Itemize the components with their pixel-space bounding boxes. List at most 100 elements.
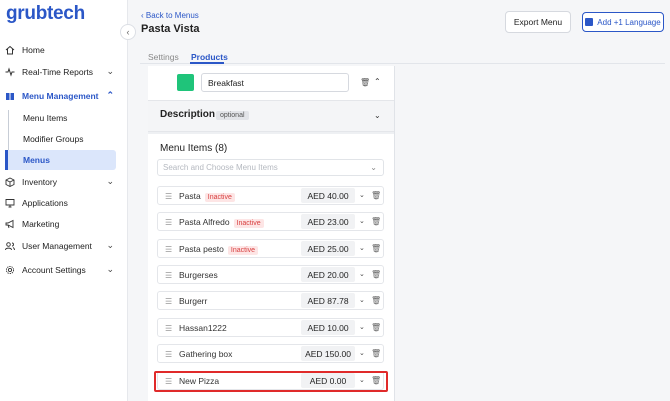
menu-item-row[interactable]: ☰ Burgerr AED 87.78 ⌄ 🗑 bbox=[157, 291, 384, 310]
book-icon bbox=[5, 91, 15, 101]
trash-icon[interactable]: 🗑 bbox=[371, 191, 381, 200]
drag-handle-icon[interactable]: ☰ bbox=[165, 245, 172, 254]
sidebar-collapse-button[interactable]: ‹ bbox=[120, 24, 136, 40]
drag-handle-icon[interactable]: ☰ bbox=[165, 297, 172, 306]
sidebar-subitem-menus[interactable]: Menus bbox=[5, 150, 116, 170]
chevron-down-icon[interactable]: ⌄ bbox=[359, 270, 365, 278]
home-icon bbox=[5, 45, 15, 55]
export-menu-button[interactable]: Export Menu bbox=[505, 11, 571, 33]
menu-items-search-input[interactable]: Search and Choose Menu Items ⌄ bbox=[157, 159, 384, 176]
chevron-down-icon[interactable]: ⌄ bbox=[359, 296, 365, 304]
optional-badge: optional bbox=[216, 111, 249, 120]
menu-item-row[interactable]: ☰ Gathering box AED 150.00 ⌄ 🗑 bbox=[157, 344, 384, 363]
inactive-badge: Inactive bbox=[204, 193, 235, 202]
chevron-down-icon: ⌄ bbox=[370, 163, 377, 172]
sidebar-item-label: Account Settings bbox=[22, 265, 86, 275]
inactive-badge: Inactive bbox=[227, 246, 259, 255]
menu-item-price[interactable]: AED 10.00 bbox=[301, 320, 355, 335]
panel-border bbox=[394, 66, 395, 401]
description-section[interactable]: Description optional ⌄ bbox=[148, 100, 394, 132]
menu-item-name: Pasta Inactive bbox=[179, 191, 235, 202]
sidebar-item-inventory[interactable]: Inventory ⌄ bbox=[0, 172, 128, 192]
menu-item-price[interactable]: AED 40.00 bbox=[301, 188, 355, 203]
sidebar-item-home[interactable]: Home bbox=[0, 40, 128, 60]
sidebar-item-applications[interactable]: Applications bbox=[0, 193, 128, 213]
chevron-up-icon: ⌃ bbox=[106, 90, 114, 100]
sidebar-item-user-management[interactable]: User Management ⌄ bbox=[0, 236, 128, 256]
megaphone-icon bbox=[5, 219, 15, 229]
menu-item-name: Gathering box bbox=[179, 349, 233, 359]
sidebar-item-label: Inventory bbox=[22, 177, 57, 187]
highlight-box bbox=[154, 371, 388, 392]
back-to-menus-link[interactable]: ‹ Back to Menus bbox=[141, 11, 199, 20]
search-placeholder: Search and Choose Menu Items bbox=[163, 163, 278, 172]
active-indicator bbox=[5, 150, 8, 170]
chevron-down-icon[interactable]: ⌄ bbox=[359, 244, 365, 252]
chevron-down-icon: ⌄ bbox=[106, 66, 114, 76]
chevron-down-icon: ⌄ bbox=[106, 264, 114, 274]
sidebar-item-real-time-reports[interactable]: Real-Time Reports ⌄ bbox=[0, 62, 128, 82]
tab-products[interactable]: Products bbox=[191, 52, 228, 62]
add-language-button[interactable]: Add +1 Language bbox=[582, 12, 664, 32]
trash-icon[interactable]: 🗑 bbox=[371, 217, 381, 226]
chevron-down-icon[interactable]: ⌄ bbox=[359, 323, 365, 331]
drag-handle-icon[interactable]: ☰ bbox=[165, 350, 172, 359]
menu-item-row[interactable]: ☰ Pasta Inactive AED 40.00 ⌄ 🗑 bbox=[157, 186, 384, 205]
drag-handle-icon[interactable]: ☰ bbox=[165, 271, 172, 280]
chevron-down-icon[interactable]: ⌄ bbox=[359, 191, 365, 199]
sidebar-item-label: Home bbox=[22, 45, 45, 55]
menu-item-price[interactable]: AED 87.78 bbox=[301, 293, 355, 308]
trash-icon[interactable]: 🗑 bbox=[371, 323, 381, 332]
menu-items-title: Menu Items (8) bbox=[160, 143, 228, 154]
sidebar-subitem-menu-items[interactable]: Menu Items bbox=[5, 108, 116, 128]
chevron-down-icon[interactable]: ⌄ bbox=[359, 349, 365, 357]
category-name-field[interactable]: Breakfast bbox=[201, 73, 349, 92]
grubtech-logo[interactable]: grubtech bbox=[6, 3, 85, 25]
sidebar-item-label: Menu Management bbox=[22, 91, 99, 101]
back-label: Back to Menus bbox=[145, 11, 199, 20]
chevron-down-icon[interactable]: ⌄ bbox=[359, 217, 365, 225]
menu-item-price[interactable]: AED 25.00 bbox=[301, 241, 355, 256]
sidebar-item-label: User Management bbox=[22, 241, 92, 251]
trash-icon[interactable]: 🗑 bbox=[360, 78, 370, 87]
menu-item-price[interactable]: AED 150.00 bbox=[301, 346, 355, 361]
trash-icon[interactable]: 🗑 bbox=[371, 244, 381, 253]
menu-item-price[interactable]: AED 20.00 bbox=[301, 267, 355, 282]
sidebar-item-account-settings[interactable]: Account Settings ⌄ bbox=[0, 260, 128, 280]
active-tab-underline bbox=[190, 62, 224, 64]
menu-item-row[interactable]: ☰ Hassan1222 AED 10.00 ⌄ 🗑 bbox=[157, 318, 384, 337]
box-icon bbox=[5, 177, 15, 187]
menu-item-row[interactable]: ☰ Pasta pesto Inactive AED 25.00 ⌄ 🗑 bbox=[157, 239, 384, 258]
users-icon bbox=[5, 241, 15, 251]
drag-handle-icon[interactable]: ☰ bbox=[165, 192, 172, 201]
category-header: Breakfast 🗑 ⌃ bbox=[148, 66, 394, 100]
trash-icon[interactable]: 🗑 bbox=[371, 270, 381, 279]
drag-handle-icon[interactable]: ☰ bbox=[165, 218, 172, 227]
sidebar: grubtech Home Real-Time Reports ⌄ Menu M… bbox=[0, 0, 128, 401]
monitor-icon bbox=[5, 198, 15, 208]
menu-item-name: Pasta Alfredo Inactive bbox=[179, 217, 264, 228]
chevron-down-icon[interactable]: ⌄ bbox=[374, 111, 381, 120]
category-color-swatch[interactable] bbox=[177, 74, 194, 91]
category-panel: Breakfast 🗑 ⌃ Description optional ⌄ Men… bbox=[148, 66, 394, 401]
menu-item-name: Hassan1222 bbox=[179, 323, 227, 333]
menu-item-name: Burgerses bbox=[179, 270, 218, 280]
sidebar-item-label: Real-Time Reports bbox=[22, 67, 94, 77]
chevron-up-icon[interactable]: ⌃ bbox=[374, 77, 381, 86]
trash-icon[interactable]: 🗑 bbox=[371, 349, 381, 358]
tab-settings[interactable]: Settings bbox=[148, 52, 179, 62]
sidebar-item-label: Marketing bbox=[22, 219, 60, 229]
sidebar-item-label: Applications bbox=[22, 198, 68, 208]
sidebar-item-menu-management[interactable]: Menu Management ⌃ bbox=[0, 86, 128, 106]
menu-item-row[interactable]: ☰ Burgerses AED 20.00 ⌄ 🗑 bbox=[157, 265, 384, 284]
sidebar-subitem-modifier-groups[interactable]: Modifier Groups bbox=[5, 129, 116, 149]
menu-items-section: Menu Items (8) Search and Choose Menu It… bbox=[148, 134, 394, 401]
sidebar-item-marketing[interactable]: Marketing bbox=[0, 214, 128, 234]
gear-icon bbox=[5, 265, 15, 275]
drag-handle-icon[interactable]: ☰ bbox=[165, 324, 172, 333]
trash-icon[interactable]: 🗑 bbox=[371, 296, 381, 305]
add-language-label: Add +1 Language bbox=[597, 17, 661, 27]
menu-item-price[interactable]: AED 23.00 bbox=[301, 214, 355, 229]
pulse-icon bbox=[5, 67, 15, 77]
menu-item-row[interactable]: ☰ Pasta Alfredo Inactive AED 23.00 ⌄ 🗑 bbox=[157, 212, 384, 231]
